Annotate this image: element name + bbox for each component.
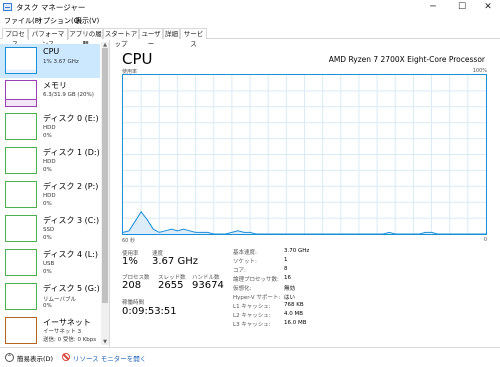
sidebar-item-disk-3[interactable]: ディスク 3 (C:) SSD 0% xyxy=(0,212,100,246)
disk-type: HDD xyxy=(43,159,56,165)
disk-mini-graph xyxy=(5,147,37,174)
threads-value: 2655 xyxy=(158,280,184,291)
disk-mini-graph xyxy=(5,249,37,276)
spec-label: Hyper-V サポート: xyxy=(233,295,281,301)
tab-services[interactable]: サービス xyxy=(180,28,207,48)
graph-label-min: 0 xyxy=(483,237,487,243)
spec-label: 基本速度: xyxy=(233,250,257,256)
sidebar-item-cpu[interactable]: CPU 1% 3.67 GHz xyxy=(0,44,100,78)
uptime-value: 0:09:53:51 xyxy=(122,306,177,317)
uptime-label: 稼働時間 xyxy=(122,300,145,306)
minimize-button[interactable]: ─ xyxy=(421,0,445,15)
cpu-usage-chart xyxy=(122,75,486,235)
disk-usage: 0% xyxy=(43,201,52,207)
tab-strip: プロセス パフォーマンス アプリの履歴 スタートアップ ユーザー 詳細 サービス xyxy=(0,27,500,48)
tab-performance[interactable]: パフォーマンス xyxy=(28,28,68,48)
sidebar-item-disk-1[interactable]: ディスク 1 (D:) HDD 0% xyxy=(0,144,100,178)
disk-usage: 0% xyxy=(43,133,52,139)
sidebar-item-disk-4[interactable]: ディスク 4 (L:) USB 0% xyxy=(0,246,100,280)
tab-processes[interactable]: プロセス xyxy=(2,28,28,48)
network-throughput: 送信: 0 受信: 0 Kbps xyxy=(43,337,97,343)
resource-monitor-icon[interactable] xyxy=(62,353,70,361)
disk-type: HDD xyxy=(43,125,56,131)
cpu-model-name: AMD Ryzen 7 2700X Eight-Core Processor xyxy=(328,55,485,64)
disk-usage: 0% xyxy=(43,235,52,241)
spec-label: 論理プロセッサ数: xyxy=(233,277,279,283)
spec-label: ソケット: xyxy=(233,259,257,265)
spec-label: コア: xyxy=(233,268,246,274)
disk-usage: 0% xyxy=(43,269,52,275)
spec-label: L2 キャッシュ: xyxy=(233,313,271,319)
usage-value: 1% xyxy=(122,256,138,267)
spec-label: 仮想化: xyxy=(233,286,252,292)
sidebar-item-memory[interactable]: メモリ 6.3/31.9 GB (20%) xyxy=(0,77,100,111)
disk-type: USB xyxy=(43,261,55,267)
graph-label-time: 60 秒 xyxy=(122,238,135,244)
close-button[interactable]: ✕ xyxy=(476,0,500,15)
sidebar-item-disk-5[interactable]: ディスク 5 (G:) リムーバブル 0% xyxy=(0,280,100,314)
scroll-down-icon[interactable]: ▼ xyxy=(102,339,108,345)
spec-value: 4.0 MB xyxy=(284,311,304,317)
window-title: タスク マネージャー xyxy=(16,3,86,12)
network-mini-graph xyxy=(5,317,37,344)
open-resource-monitor-link[interactable]: リソース モニターを開く xyxy=(73,353,146,363)
resource-name: CPU xyxy=(43,47,60,56)
graph-grid xyxy=(123,75,486,234)
scrollbar-thumb[interactable] xyxy=(102,48,108,303)
disk-type: SSD xyxy=(43,227,55,233)
disk-usage: 0% xyxy=(43,303,52,309)
sidebar-item-disk-0[interactable]: ディスク 0 (E:) HDD 0% xyxy=(0,110,100,144)
sidebar-scrollbar[interactable]: ▲ ▼ xyxy=(101,42,109,345)
cpu-mini-graph xyxy=(5,47,37,74)
resource-detail: 1% 3.67 GHz xyxy=(43,59,79,65)
cpu-usage-graph xyxy=(122,74,487,235)
spec-value: はい xyxy=(284,295,296,301)
spec-value: 無効 xyxy=(284,286,296,292)
resource-name: ディスク 2 (P:) xyxy=(43,182,99,191)
spec-value: 8 xyxy=(284,266,288,272)
sidebar-item-disk-2[interactable]: ディスク 2 (P:) HDD 0% xyxy=(0,178,100,212)
tab-app-history[interactable]: アプリの履歴 xyxy=(68,28,103,48)
chevron-up-icon[interactable]: ⌃ xyxy=(5,353,14,362)
disk-mini-graph xyxy=(5,113,37,140)
disk-type: HDD xyxy=(43,193,56,199)
resource-name: ディスク 1 (D:) xyxy=(43,148,100,157)
spec-value: 16 xyxy=(284,275,291,281)
spec-value: 768 KB xyxy=(284,302,304,308)
memory-mini-graph xyxy=(5,80,37,107)
footer-bar: ⌃ 簡易表示(D) リソース モニターを開く xyxy=(0,347,500,367)
page-title: CPU xyxy=(122,50,153,68)
spec-value: 1 xyxy=(284,257,288,263)
menu-view[interactable]: 表示(V) xyxy=(75,16,99,26)
disk-mini-graph xyxy=(5,283,37,310)
maximize-button[interactable]: ☐ xyxy=(450,0,474,15)
resource-sidebar: CPU 1% 3.67 GHz メモリ 6.3/31.9 GB (20%) ディ… xyxy=(0,40,110,347)
processes-value: 208 xyxy=(122,280,142,291)
fewer-details-link[interactable]: 簡易表示(D) xyxy=(17,353,53,363)
disk-mini-graph xyxy=(5,181,37,208)
resource-name: ディスク 5 (G:) xyxy=(43,284,100,293)
tab-startup[interactable]: スタートアップ xyxy=(103,28,139,48)
task-manager-icon xyxy=(3,3,12,11)
adapter-name: イーサネット 3 xyxy=(43,329,82,335)
resource-name: メモリ xyxy=(43,81,67,90)
tab-users[interactable]: ユーザー xyxy=(139,28,163,48)
sidebar-item-ethernet[interactable]: イーサネット イーサネット 3 送信: 0 受信: 0 Kbps xyxy=(0,314,100,347)
resource-detail: 6.3/31.9 GB (20%) xyxy=(43,92,94,98)
spec-label: L1 キャッシュ: xyxy=(233,304,271,310)
spec-value: 16.0 MB xyxy=(284,320,307,326)
resource-name: ディスク 4 (L:) xyxy=(43,250,99,259)
handles-value: 93674 xyxy=(192,280,224,291)
disk-usage: 0% xyxy=(43,167,52,173)
disk-type: リムーバブル xyxy=(43,297,76,303)
resource-name: ディスク 3 (C:) xyxy=(43,216,100,225)
spec-value: 3.70 GHz xyxy=(284,248,310,254)
disk-mini-graph xyxy=(5,215,37,242)
title-bar: タスク マネージャー ─ ☐ ✕ xyxy=(0,0,500,15)
resource-name: ディスク 0 (E:) xyxy=(43,114,99,123)
speed-value: 3.67 GHz xyxy=(152,256,198,267)
tab-details[interactable]: 詳細 xyxy=(163,28,180,39)
spec-label: L3 キャッシュ: xyxy=(233,322,271,328)
menu-bar: ファイル(F) オプション(O) 表示(V) xyxy=(0,15,500,27)
